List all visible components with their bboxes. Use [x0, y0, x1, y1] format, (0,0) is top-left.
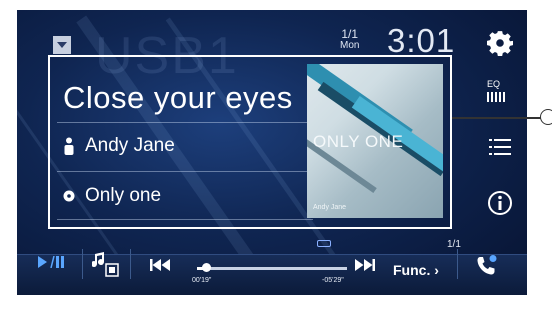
prev-track-icon[interactable]: [150, 259, 170, 271]
phone-icon[interactable]: [474, 254, 498, 278]
chevron-right-icon: ›: [434, 262, 439, 278]
divider: [130, 249, 131, 279]
album-row: Only one: [63, 185, 161, 207]
func-label: Func.: [393, 262, 431, 278]
album-art-artist: Andy Jane: [313, 204, 347, 211]
list-icon[interactable]: [489, 137, 511, 157]
album-art-title: ONLY ONE: [313, 132, 404, 151]
disc-icon: [63, 190, 75, 202]
page-number: 1/1: [447, 239, 461, 250]
album-art[interactable]: ONLY ONE Andy Jane: [307, 64, 443, 218]
remaining-time: -05'29": [322, 277, 344, 284]
info-icon[interactable]: [487, 190, 513, 216]
func-button[interactable]: Func. ›: [393, 262, 439, 278]
progress-knob[interactable]: [202, 263, 211, 272]
music-source-icon[interactable]: [92, 252, 120, 278]
date-display: 1/1 Mon: [340, 28, 359, 52]
divider: [82, 249, 83, 279]
artist-name: Andy Jane: [85, 135, 175, 156]
play-pause-button[interactable]: [38, 255, 64, 271]
gear-icon[interactable]: [487, 30, 513, 56]
elapsed-time: 00'19": [192, 277, 212, 284]
play-pause-icon: [38, 255, 64, 269]
divider: [57, 219, 313, 220]
progress-bar[interactable]: [197, 267, 347, 270]
album-name: Only one: [85, 185, 162, 206]
callout-line: [452, 117, 544, 119]
eq-label: EQ: [487, 79, 501, 89]
eq-icon: [487, 92, 505, 102]
next-track-icon[interactable]: [355, 259, 375, 271]
person-icon: [64, 137, 74, 155]
date-line1: 1/1: [341, 27, 359, 41]
artist-row: Andy Jane: [63, 135, 175, 157]
date-line2: Mon: [340, 40, 360, 51]
source-dropdown-icon[interactable]: [53, 36, 71, 54]
callout-marker: [540, 109, 552, 125]
now-playing-panel: Close your eyes Andy Jane Only one ONLY …: [48, 55, 452, 229]
eq-button[interactable]: EQ: [487, 80, 505, 102]
track-title: Close your eyes: [63, 80, 293, 115]
divider: [57, 122, 313, 123]
page-indicator-icon: [317, 240, 331, 247]
divider: [457, 249, 458, 279]
divider: [57, 171, 313, 172]
